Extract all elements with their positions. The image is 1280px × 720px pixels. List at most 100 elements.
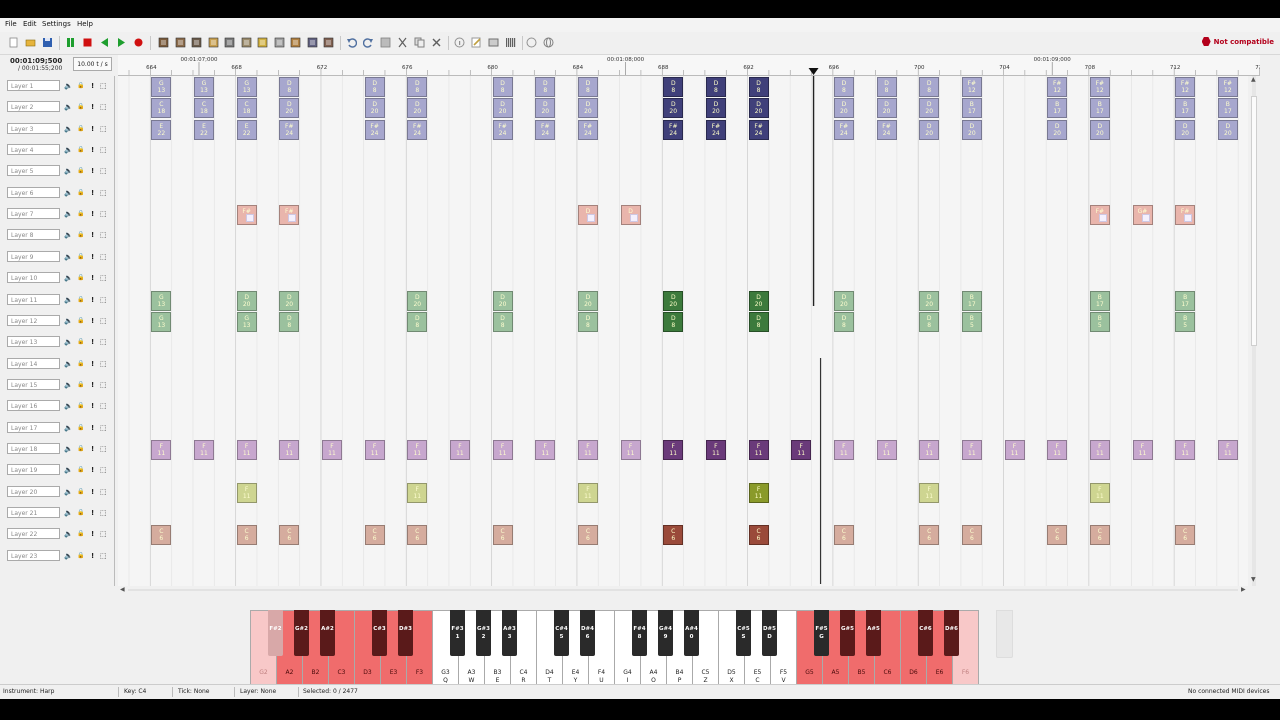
note-block[interactable]: F 11: [321, 439, 342, 460]
note-block[interactable]: F# 24: [364, 119, 385, 140]
volume-icon[interactable]: 🔈: [64, 253, 73, 261]
note-block[interactable]: G 13: [236, 311, 257, 332]
note-block[interactable]: F 11: [919, 439, 940, 460]
note-block[interactable]: F 11: [577, 482, 598, 503]
note-block[interactable]: D 20: [663, 290, 684, 311]
piano-black-key[interactable]: D#3: [398, 610, 413, 656]
note-block[interactable]: F 11: [919, 482, 940, 503]
note-block[interactable]: F 11: [1132, 439, 1153, 460]
note-block[interactable]: F#: [236, 205, 257, 226]
note-block[interactable]: D8: [407, 311, 428, 332]
solo-icon[interactable]: !: [91, 146, 94, 154]
rewind-button[interactable]: [98, 36, 111, 49]
select-layer-icon[interactable]: ⬚: [100, 488, 107, 496]
note-block[interactable]: D 20: [876, 98, 897, 119]
menu-help[interactable]: Help: [77, 20, 93, 28]
note-block[interactable]: B 17: [1089, 98, 1110, 119]
lock-icon[interactable]: 🔒: [77, 360, 84, 368]
note-grid[interactable]: G 13 G 13 G 13 D 8 D 8 D 8 D 8 D 8 D 8 D 8 D 8 D 8 D 8 D 8 D 8 F# 12 F# 1…: [118, 76, 1248, 586]
note-block[interactable]: F# 24: [705, 119, 726, 140]
note-block[interactable]: C6: [1089, 525, 1110, 546]
note-block[interactable]: D8: [492, 77, 513, 97]
solo-icon[interactable]: !: [91, 210, 94, 218]
scroll-up-arrow-icon[interactable]: ▲: [1251, 76, 1256, 83]
layer-name-field[interactable]: Layer 9: [7, 250, 60, 262]
note-block[interactable]: F 11: [407, 439, 428, 460]
note-block[interactable]: G 13: [151, 77, 172, 97]
layer-name-field[interactable]: Layer 23: [7, 549, 60, 561]
note-block[interactable]: D 20: [492, 98, 513, 119]
solo-icon[interactable]: !: [91, 274, 94, 282]
forward-button[interactable]: [115, 36, 128, 49]
note-block[interactable]: F 11: [535, 439, 556, 460]
select-layer-icon[interactable]: ⬚: [100, 445, 107, 453]
note-block[interactable]: B 17: [961, 98, 982, 119]
help-button[interactable]: [525, 36, 538, 49]
layer-name-field[interactable]: Layer 15: [7, 378, 60, 390]
piano-black-key[interactable]: D#5 D: [762, 610, 777, 656]
solo-icon[interactable]: !: [91, 167, 94, 175]
note-block[interactable]: F# 12: [1047, 77, 1068, 97]
note-block[interactable]: C6: [1175, 525, 1196, 546]
vertical-scrollbar[interactable]: ▲ ▼: [1249, 76, 1259, 586]
lock-icon[interactable]: 🔒: [77, 552, 84, 560]
web-button[interactable]: [542, 36, 555, 49]
instrument-3-button[interactable]: [190, 36, 203, 49]
select-layer-icon[interactable]: ⬚: [100, 82, 107, 90]
scroll-right-arrow-icon[interactable]: ▶: [1241, 586, 1246, 593]
select-layer-icon[interactable]: ⬚: [100, 530, 107, 538]
volume-icon[interactable]: 🔈: [64, 146, 73, 154]
select-layer-icon[interactable]: ⬚: [100, 552, 107, 560]
select-layer-icon[interactable]: ⬚: [100, 402, 107, 410]
select-layer-icon[interactable]: ⬚: [100, 317, 107, 325]
solo-icon[interactable]: !: [91, 82, 94, 90]
lock-icon[interactable]: 🔒: [77, 146, 84, 154]
note-block[interactable]: D8: [833, 77, 854, 97]
note-block[interactable]: D 20: [1047, 119, 1068, 140]
new-song-button[interactable]: [7, 36, 20, 49]
note-block[interactable]: C6: [364, 525, 385, 546]
note-block[interactable]: B 17: [1089, 290, 1110, 311]
solo-icon[interactable]: !: [91, 381, 94, 389]
note-block[interactable]: D8: [577, 311, 598, 332]
note-block[interactable]: F# 24: [748, 119, 769, 140]
note-block[interactable]: F# 24: [876, 119, 897, 140]
piano-black-key[interactable]: C#6: [918, 610, 933, 656]
note-block[interactable]: D 20: [492, 290, 513, 311]
note-block[interactable]: F 11: [279, 439, 300, 460]
note-block[interactable]: D8: [364, 77, 385, 97]
solo-icon[interactable]: !: [91, 466, 94, 474]
note-block[interactable]: C6: [492, 525, 513, 546]
volume-icon[interactable]: 🔈: [64, 402, 73, 410]
piano-black-key[interactable]: F#4 8: [632, 610, 647, 656]
piano-black-key[interactable]: C#3: [372, 610, 387, 656]
note-block[interactable]: F# 24: [279, 119, 300, 140]
instrument-9-button[interactable]: [289, 36, 302, 49]
note-block[interactable]: F 11: [1089, 482, 1110, 503]
note-block[interactable]: D8: [748, 311, 769, 332]
note-block[interactable]: B5: [1175, 311, 1196, 332]
note-block[interactable]: F 11: [236, 482, 257, 503]
note-block[interactable]: B 17: [1217, 98, 1238, 119]
volume-icon[interactable]: 🔈: [64, 338, 73, 346]
horizontal-scrollbar[interactable]: ◀ ▶: [118, 586, 1248, 594]
note-block[interactable]: F 11: [748, 482, 769, 503]
note-block[interactable]: D 20: [748, 98, 769, 119]
note-block[interactable]: D 20: [961, 119, 982, 140]
piano-black-key[interactable]: C#5 S: [736, 610, 751, 656]
menu-edit[interactable]: Edit: [23, 20, 37, 28]
solo-icon[interactable]: !: [91, 552, 94, 560]
lock-icon[interactable]: 🔒: [77, 231, 84, 239]
lock-icon[interactable]: 🔒: [77, 530, 84, 538]
instrument-2-button[interactable]: [174, 36, 187, 49]
note-block[interactable]: G 13: [193, 77, 214, 97]
layer-name-field[interactable]: Layer 10: [7, 272, 60, 284]
note-block[interactable]: F#: [1175, 205, 1196, 226]
note-block[interactable]: D 20: [407, 98, 428, 119]
lock-icon[interactable]: 🔒: [77, 189, 84, 197]
piano-black-key[interactable]: [996, 610, 1013, 658]
note-block[interactable]: D 20: [1175, 119, 1196, 140]
instrument-8-button[interactable]: [273, 36, 286, 49]
piano-black-key[interactable]: G#5: [840, 610, 855, 656]
note-block[interactable]: F 11: [492, 439, 513, 460]
